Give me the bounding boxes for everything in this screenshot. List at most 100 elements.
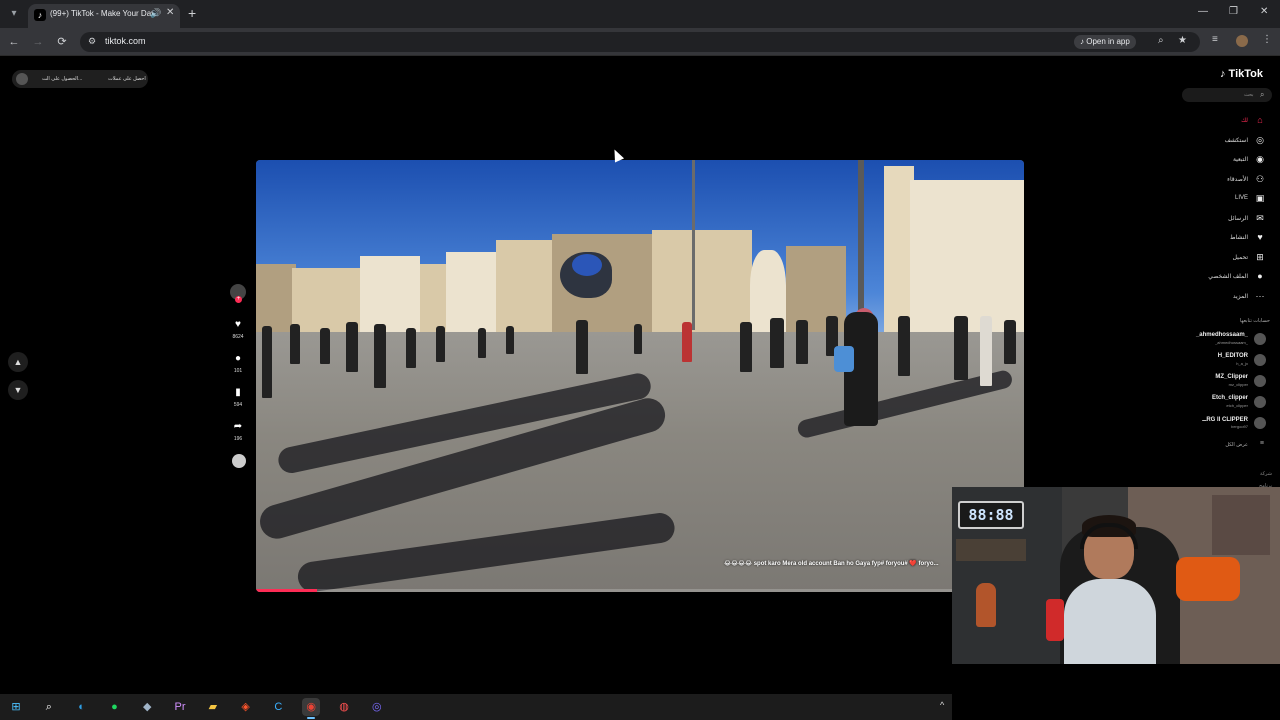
save-count: 594 [233, 402, 243, 408]
forward-icon[interactable]: → [30, 34, 46, 50]
minimize-icon[interactable]: — [1198, 6, 1208, 17]
sidebar-item-2[interactable]: التبعية ◉ [1180, 151, 1276, 171]
sidebar-item-label: لك [1241, 118, 1248, 124]
following-account[interactable]: Etch_clipper etch_clipper [1180, 393, 1270, 413]
share-icon: ➦ [233, 421, 243, 432]
share-count: 196 [233, 436, 243, 442]
reload-icon[interactable]: ⟳ [54, 34, 70, 50]
account-avatar [1254, 375, 1266, 387]
following-account[interactable]: _ahmedhossaam_ _ahmedhossaam_ [1180, 330, 1270, 350]
sidebar-item-0[interactable]: لك ⌂ [1180, 112, 1276, 132]
browser-toolbar: ← → ⟳ ⚙ tiktok.com ♪ Open in app ⌕ ★ ≡ ⋮ [0, 28, 1280, 56]
taskbar-app-icon[interactable]: ● [105, 698, 123, 716]
account-avatar [1254, 396, 1266, 408]
browser-tab-tiktok[interactable]: ♪ (99+) TikTok - Make Your Day 🔊 ✕ [28, 4, 180, 28]
taskbar-app-icon[interactable]: ▰ [204, 698, 222, 716]
sidebar-item-icon: ⌂ [1257, 115, 1263, 125]
get-coins-label[interactable]: احصل على عملات [108, 76, 146, 82]
url-text[interactable]: tiktok.com [105, 36, 146, 46]
tray-overflow-icon[interactable]: ^ [940, 700, 944, 710]
browser-menu-icon[interactable]: ⋮ [1262, 34, 1272, 45]
sidebar-item-label: التبعية [1232, 157, 1248, 163]
taskbar-app-icon[interactable]: ◉ [302, 698, 321, 719]
get-coins-pill[interactable]: الحصول على الت... احصل على عملات [12, 70, 148, 88]
profile-avatar[interactable] [1236, 35, 1248, 47]
taskbar-app-icon[interactable]: ◐ [73, 698, 91, 716]
taskbar-app-icon[interactable]: Pr [171, 698, 189, 716]
sidebar-item-icon: ··· [1255, 290, 1265, 301]
taskbar-app-icon[interactable]: ◆ [138, 698, 156, 716]
account-avatar [1254, 333, 1266, 345]
video-crowd [256, 316, 1024, 398]
get-app-label[interactable]: الحصول على الت... [42, 76, 82, 82]
tab-audio-icon[interactable]: 🔊 [150, 8, 161, 19]
close-window-icon[interactable]: ✕ [1260, 6, 1268, 17]
video-player[interactable]: 😂😂😂😂 spot karo Mera old account Ban ho G… [256, 160, 1024, 592]
sidebar-item-1[interactable]: استكشف ◎ [1180, 132, 1276, 152]
restore-icon[interactable]: ❐ [1229, 6, 1238, 17]
comment-button[interactable]: ● 101 [226, 352, 250, 374]
sidebar-item-icon: ◎ [1256, 134, 1264, 145]
sidebar-item-3[interactable]: الأصدقاء ⚇ [1180, 171, 1276, 191]
sidebar-item-icon: ▣ [1255, 193, 1265, 203]
sidebar-item-8[interactable]: الملف الشخصي ● [1180, 268, 1276, 288]
list-icon: ≡ [1259, 440, 1264, 447]
share-button[interactable]: ➦ 196 [226, 420, 250, 442]
previous-video-button[interactable]: ▲ [8, 352, 28, 372]
account-name: _ahmedhossaam_ [1195, 332, 1248, 338]
sidebar-item-icon: ✉ [1256, 212, 1264, 223]
taskbar-app-icon[interactable]: ◎ [368, 698, 386, 716]
music-disc-icon[interactable] [232, 454, 246, 468]
screen: ▾ ♪ (99+) TikTok - Make Your Day 🔊 ✕ + —… [0, 0, 1280, 720]
account-name: Etch_clipper [1211, 395, 1248, 401]
zoom-icon[interactable]: ⌕ [1158, 35, 1164, 46]
taskbar-app-icon[interactable]: ⊞ [7, 698, 25, 716]
user-avatar [16, 73, 28, 85]
next-video-button[interactable]: ▼ [8, 380, 28, 400]
address-bar[interactable]: ⚙ tiktok.com ♪ Open in app ⌕ ★ [80, 32, 1200, 52]
sidebar-item-label: المزيد [1232, 293, 1248, 300]
new-tab-button[interactable]: + [188, 5, 196, 21]
account-name: H_EDITOR [1217, 353, 1248, 359]
bookmark-icon: ▮ [235, 387, 241, 398]
sidebar-item-label: تحميل [1232, 254, 1248, 261]
sidebar-item-icon: ● [1257, 271, 1263, 281]
search-input[interactable]: بحث ⌕ [1182, 88, 1272, 102]
following-account[interactable]: ــRG II CLIPPER bergoo97 [1180, 414, 1270, 434]
windows-taskbar: ^ ⊞ ⌕ ◐ ● ◆ Pr ▰ ◈ C ◉ ◍ ◎ [0, 694, 952, 720]
webcam-overlay: 88:88 [952, 487, 1280, 664]
tab-search-icon[interactable]: ▾ [6, 6, 22, 22]
sidebar-item-4[interactable]: LIVE ▣ [1180, 190, 1276, 210]
sidebar-item-5[interactable]: الرسائل ✉ [1180, 210, 1276, 230]
footer-link[interactable]: شركة [1180, 468, 1272, 480]
taskbar-app-icon[interactable]: ◍ [335, 698, 353, 716]
tiktok-logo[interactable]: ♪ TikTok [1220, 68, 1263, 80]
sidebar-item-7[interactable]: تحميل ⊞ [1180, 249, 1276, 269]
sidebar-item-6[interactable]: النشاط ♥ [1180, 229, 1276, 249]
sidebar-item-label: الملف الشخصي [1208, 274, 1248, 280]
back-icon[interactable]: ← [6, 34, 22, 50]
following-account[interactable]: H_EDITOR h_a_jx [1180, 351, 1270, 371]
video-caption: 😂😂😂😂 spot karo Mera old account Ban ho G… [724, 561, 939, 567]
bookmark-star-icon[interactable]: ★ [1178, 35, 1187, 46]
site-info-icon[interactable]: ⚙ [88, 36, 96, 47]
follow-plus-icon[interactable]: + [235, 296, 242, 303]
account-avatar [1254, 354, 1266, 366]
account-handle: bergoo97 [1231, 424, 1248, 429]
sidebar-item-label: النشاط [1229, 235, 1248, 241]
taskbar-app-icon[interactable]: C [269, 698, 287, 716]
sidebar-item-9[interactable]: المزيد ··· [1180, 288, 1276, 308]
sidebar-item-label: الرسائل [1228, 215, 1248, 222]
like-button[interactable]: ♥ 8624 [226, 318, 250, 340]
video-progress-fill [256, 589, 318, 592]
following-account[interactable]: MZ_Clipper mz_clipper [1180, 372, 1270, 392]
open-in-app-button[interactable]: ♪ Open in app [1074, 35, 1136, 49]
account-handle: mz_clipper [1228, 382, 1248, 387]
media-controls-icon[interactable]: ≡ [1212, 34, 1218, 45]
taskbar-app-icon[interactable]: ◈ [237, 698, 255, 716]
video-progress-bar[interactable] [256, 589, 1024, 592]
taskbar-app-icon[interactable]: ⌕ [40, 698, 58, 716]
creator-avatar[interactable]: + [230, 284, 246, 303]
save-button[interactable]: ▮ 594 [226, 386, 250, 408]
close-tab-icon[interactable]: ✕ [166, 7, 174, 18]
